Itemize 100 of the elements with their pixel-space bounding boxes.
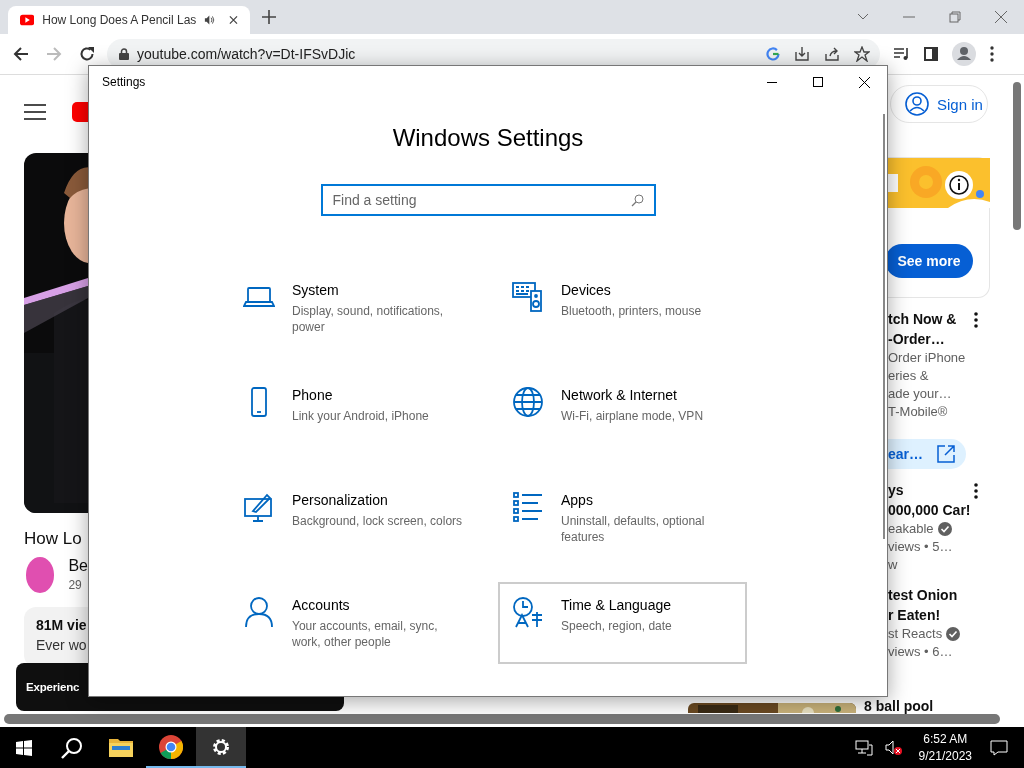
channel-avatar[interactable] [26,557,55,593]
volume-muted-icon[interactable] [884,739,903,756]
channel-name: T-Mobile® [888,403,948,421]
scrollbar[interactable] [883,114,885,539]
play-logo-icon [20,14,35,26]
settings-category[interactable]: Devices Bluetooth, printers, mouse [498,267,747,349]
share-icon[interactable] [824,46,840,62]
settings-category[interactable]: Time & Language Speech, region, date [498,582,747,664]
settings-category[interactable]: Personalization Background, lock screen, colors [229,477,478,559]
chrome-icon [159,734,183,759]
category-description: Link your Android, iPhone [292,408,429,424]
channel-name[interactable]: Be [68,557,88,575]
video-title[interactable]: ys [888,480,1000,500]
settings-category[interactable]: Accounts Your accounts, email, sync, work, other people [229,582,478,664]
playlist-icon[interactable] [894,47,910,61]
video-title[interactable]: tch Now & [888,309,1000,329]
settings-category[interactable]: System Display, sound, notifications, power [229,267,478,349]
lock-icon [119,48,129,60]
video-title[interactable]: r Eaten! [888,605,1000,625]
gear-icon [211,736,231,757]
search-field[interactable]: Find a setting [320,184,656,216]
network-icon[interactable] [854,739,873,756]
category-description: Uninstall, defaults, optional features [561,513,706,545]
external-link-icon [936,444,956,464]
video-title[interactable]: 000,000 Car! [888,500,1000,520]
profile-icon[interactable] [952,42,976,66]
speaker-icon[interactable] [204,14,216,26]
list-icon [512,491,544,523]
clock-time[interactable]: 6:52 AM [923,730,968,748]
video-title[interactable]: -Order… [888,329,1000,349]
settings-category[interactable]: Apps Uninstall, defaults, optional features [498,477,747,559]
monitor-pen-icon [243,491,275,523]
maximize-icon[interactable] [813,77,823,87]
category-title: System [292,282,340,298]
category-description: Speech, region, date [561,618,672,634]
play-logo-icon[interactable] [72,102,88,122]
taskbar-app[interactable] [196,727,246,768]
menu-icon[interactable] [24,104,46,120]
more-options-icon[interactable] [974,483,978,499]
back-arrow-icon[interactable] [13,46,29,62]
search-icon [61,736,83,759]
ad-text: Order iPhone [888,349,967,367]
side-panel-icon[interactable] [924,47,938,61]
globe-icon [512,386,544,418]
channel-name: st Reacts [888,625,943,643]
video-meta: views • 6… [888,643,954,661]
ad-link-button[interactable]: ear… [888,439,966,469]
video-title: How Lo [24,529,83,549]
category-description: Background, lock screen, colors [292,513,463,529]
scrollbar[interactable] [4,714,1000,724]
window-title: Settings [102,75,146,89]
video-meta: views • 5… [888,538,954,556]
ad-text: eries & [888,367,930,385]
scrollbar[interactable] [1013,82,1021,230]
more-options-icon[interactable] [974,312,978,328]
restore-icon[interactable] [949,11,961,23]
reload-icon[interactable] [79,46,95,62]
category-title: Personalization [292,492,389,508]
windows-logo-icon [16,739,32,756]
settings-category[interactable]: Phone Link your Android, iPhone [229,372,478,454]
person-icon [905,92,929,116]
star-icon[interactable] [854,46,870,62]
category-description: Display, sound, notifications, power [292,303,445,335]
category-title: Time & Language [561,597,672,613]
category-title: Accounts [292,597,351,613]
clock-icon [512,596,544,628]
minimize-icon[interactable] [767,81,777,83]
browser-tab[interactable]: How Long Does A Pencil Las [8,6,250,34]
download-icon[interactable] [794,46,810,62]
video-title[interactable]: 8 ball pool [864,699,934,713]
ad-card[interactable]: See more [888,157,990,298]
subscriber-count: 29 [68,578,83,592]
close-icon[interactable] [858,76,870,88]
chevron-down-icon[interactable] [857,13,869,21]
category-description: Your accounts, email, sync, work, other people [292,618,439,650]
folder-icon [109,736,133,757]
channel-name: eakable [888,520,934,538]
settings-category[interactable]: Network & Internet Wi-Fi, airplane mode, VPN [498,372,747,454]
page-heading: Windows Settings [392,124,584,152]
google-logo-icon[interactable] [766,47,780,61]
see-more-button[interactable]: See more [885,244,973,278]
category-title: Devices [561,282,612,298]
ad-text: ade your… [888,385,953,403]
notification-icon[interactable] [990,739,1008,756]
menu-icon[interactable] [990,46,994,62]
keyboard-speaker-icon [512,281,544,313]
category-title: Network & Internet [561,387,678,403]
view-count: 81M vie [36,617,88,633]
toast-text: Experienc [26,681,80,693]
category-description: Bluetooth, printers, mouse [561,303,702,319]
category-title: Phone [292,387,334,403]
person-icon [243,596,275,628]
video-meta: w [888,556,899,574]
clock-date[interactable]: 9/21/2023 [918,747,972,765]
category-title: Apps [561,492,594,508]
search-icon [630,194,644,207]
tab-title: How Long Does A Pencil Las [42,13,197,27]
close-icon[interactable] [229,15,238,25]
plus-icon[interactable] [262,10,276,24]
video-title[interactable]: test Onion [888,585,1000,605]
